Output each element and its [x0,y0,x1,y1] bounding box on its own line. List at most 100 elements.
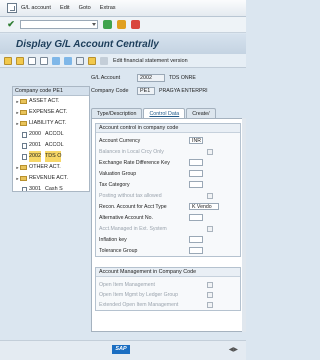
tree-node[interactable]: ▸ REVENUE ACT. [13,173,89,184]
tree-node[interactable]: 2001 ACCOL [13,140,89,151]
account-management-group: Account Management in Company Code Open … [95,267,241,311]
tree-node[interactable]: 2002 TDS O [13,151,89,162]
tree-node-number: 3001 [29,186,41,192]
field-label: Valuation Group [99,170,137,177]
folder-icon [20,121,27,126]
tree-node[interactable]: ▸ ASSET ACT. [13,96,89,107]
tree-node-number: 2000 [29,131,41,137]
control-field-row: Acct.Managed in Ext. System [99,224,239,233]
next-icon[interactable] [64,56,72,65]
sap-menu-icon[interactable] [7,3,17,13]
company-code-text: PRAGYA ENTERPRI [159,87,208,94]
exit-icon[interactable] [117,20,126,29]
tree-node[interactable]: 2000 ACCOL [13,129,89,140]
field-label: Balances in Local Crcy Only [99,148,164,155]
tree-node[interactable]: ▸ LIABILITY ACT. [13,118,89,129]
tree-node-label: OTHER ACT. [29,164,61,170]
control-field-row: Exchange Rate Difference Key [99,158,239,167]
control-field-row: Alternative Account No. [99,213,239,222]
settings-icon[interactable] [100,56,108,65]
display-icon[interactable] [4,56,12,65]
field-label: Exchange Rate Difference Key [99,159,170,166]
tree-node-number: 2002 [29,151,41,162]
tree-node-label: EXPENSE ACT. [29,109,68,115]
document-icon [22,153,27,160]
management-field-row: Open Item Mgmt by Ledger Group [99,290,239,299]
field-checkbox[interactable] [207,192,213,199]
control-data-panel: Account control in company code Account … [91,118,243,332]
edit-fs-version-button[interactable]: Edit financial statement version [113,58,188,64]
tree-node-label: TDS O [45,151,62,162]
company-code-row: Company Code PE1 PRAGYA ENTERPRI [91,86,229,95]
control-field-row: Tax Category [99,180,239,189]
control-field-row: Valuation Group [99,169,239,178]
field-label: Extended Open Item Management [99,301,179,308]
tree-node-label: ACCOL [45,142,64,148]
document-icon [22,142,27,149]
tree-node[interactable]: 3001 Cash S [13,184,89,192]
menu-extras[interactable]: Extras [100,5,116,11]
field-checkbox[interactable] [207,291,213,298]
field-label: Tax Category [99,181,130,188]
tab-control-data[interactable]: Control Data [143,108,186,118]
field-input[interactable]: INR [189,137,203,144]
cancel-icon[interactable] [131,20,140,29]
edit-icon[interactable] [16,56,24,65]
tab-strip: Type/Description Control Data Create/ [91,108,246,118]
tree-node-label: REVENUE ACT. [29,175,68,181]
delete-icon[interactable] [88,56,96,65]
field-input[interactable] [189,236,203,243]
account-management-title: Account Management in Company Code [96,268,240,277]
control-field-row: Account Currency INR [99,136,239,145]
vertical-scrollbar[interactable] [242,118,246,332]
new-icon[interactable] [28,56,36,65]
field-label: Alternative Account No. [99,214,153,221]
account-tree: Company code PE1 ▸ ASSET ACT. ▸ EXPENSE ACT… [12,86,90,192]
field-input[interactable] [189,214,203,221]
field-label: Account Currency [99,137,141,144]
folder-icon [20,99,27,104]
enter-check-icon[interactable]: ✔ [6,19,16,30]
sap-logo: SAP [112,345,130,354]
control-field-row: Tolerance Group [99,246,239,255]
tree-node-label: ACCOL [45,131,64,137]
tree-node-label: Cash S [45,186,63,192]
field-input[interactable] [189,247,203,254]
tree-node[interactable]: ▸ OTHER ACT. [13,162,89,173]
folder-icon [20,110,27,115]
document-icon [22,131,27,138]
info-icon[interactable] [76,56,84,65]
field-checkbox[interactable] [207,225,213,232]
field-input[interactable] [189,170,203,177]
field-input[interactable] [189,181,203,188]
tree-node-label: LIABILITY ACT. [29,120,67,126]
menu-gl-account[interactable]: G/L account [21,5,51,11]
control-field-row: Recon. Account for Acct Type K Vendo [99,202,239,211]
field-label: Tolerance Group [99,247,138,254]
copy-icon[interactable] [40,56,48,65]
field-checkbox[interactable] [207,148,213,155]
field-input[interactable]: K Vendo [189,203,219,210]
tree-node-label: ASSET ACT. [29,98,60,104]
field-input[interactable] [189,159,203,166]
tree-node[interactable]: ▸ EXPENSE ACT. [13,107,89,118]
prev-icon[interactable] [52,56,60,65]
field-label: Open Item Management [99,281,155,288]
field-checkbox[interactable] [207,301,213,308]
tab-create-bank[interactable]: Create/ [186,108,216,118]
back-icon[interactable] [103,20,112,29]
control-field-row: Posting without tax allowed [99,191,239,200]
field-label: Acct.Managed in Ext. System [99,225,167,232]
field-label: Open Item Mgmt by Ledger Group [99,291,179,298]
account-control-group: Account control in company code Account … [95,123,241,257]
tab-type-description[interactable]: Type/Description [91,108,143,118]
field-checkbox[interactable] [207,281,213,288]
field-label: Recon. Account for Acct Type [99,203,167,210]
company-code-field[interactable]: PE1 [137,86,155,95]
gl-account-field[interactable]: 2002 [137,73,165,82]
menu-goto[interactable]: Goto [79,5,91,11]
status-arrows-icon[interactable]: ◀▶ [229,346,238,353]
menu-edit[interactable]: Edit [60,5,70,11]
status-bar: SAP ◀▶ [0,340,246,360]
command-field[interactable] [20,20,98,29]
